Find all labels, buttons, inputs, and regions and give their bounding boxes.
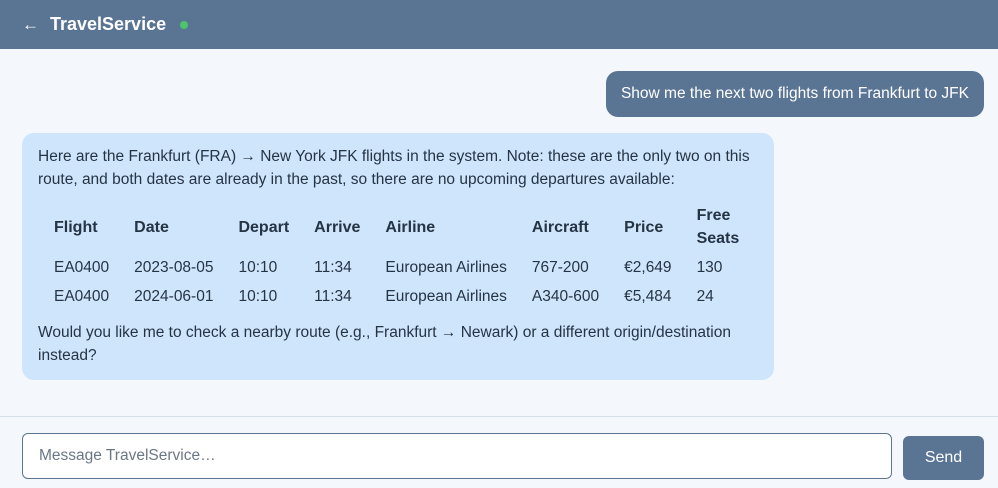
column-header-airline: Airline [385,218,436,236]
table-cell: 10:10 [238,259,278,276]
column-header-date: Date [134,218,169,236]
online-status-indicator [180,21,189,29]
assistant-intro-text: Here are the Frankfurt (FRA) → New York … [38,148,750,188]
table-cell: 2023-08-05 [134,259,214,276]
app-header: ← TravelService [0,0,998,49]
column-header-aircraft: Aircraft [531,218,589,236]
table-cell: European Airlines [385,259,507,276]
send-button[interactable]: Send [903,436,984,480]
chat-thread[interactable]: Show me the next two flights from Frankf… [0,49,998,416]
table-cell: 10:10 [238,288,278,305]
table-cell: 130 [696,259,723,276]
table-cell: 2024-06-01 [134,288,214,305]
column-header-depart: Depart [238,218,290,236]
table-cell: 11:34 [314,288,352,305]
table-cell: 24 [696,288,714,305]
table-cell: 767-200 [531,259,589,276]
message-input[interactable] [22,433,892,479]
assistant-outro-text: Would you like me to check a nearby rout… [38,324,731,364]
table-cell: 11:34 [314,259,352,276]
column-header-flight: Flight [54,218,98,236]
table-row: EA0400 2024-06-01 10:10 11:34 European A… [46,282,758,311]
column-header-arrive: Arrive [314,218,361,236]
back-arrow-icon[interactable]: ← [22,13,42,37]
table-header-row: Flight Date Depart Arrive Airline Aircra… [46,201,758,253]
user-message: Show me the next two flights from Frankf… [605,71,984,117]
table-row: EA0400 2023-08-05 10:10 11:34 European A… [46,253,758,282]
app-title: TravelService [50,14,167,34]
message-composer: Send [0,416,998,488]
column-header-free-seats: Free Seats [696,207,740,247]
assistant-message: Here are the Frankfurt (FRA) → New York … [22,133,774,380]
table-cell: €5,484 [624,288,672,305]
table-cell: EA0400 [54,259,110,276]
table-cell: European Airlines [385,288,507,305]
flights-table: Flight Date Depart Arrive Airline Aircra… [46,201,758,311]
table-cell: €2,649 [624,259,672,276]
table-cell: EA0400 [54,288,110,305]
table-cell: A340-600 [531,288,600,305]
column-header-price: Price [624,218,664,236]
